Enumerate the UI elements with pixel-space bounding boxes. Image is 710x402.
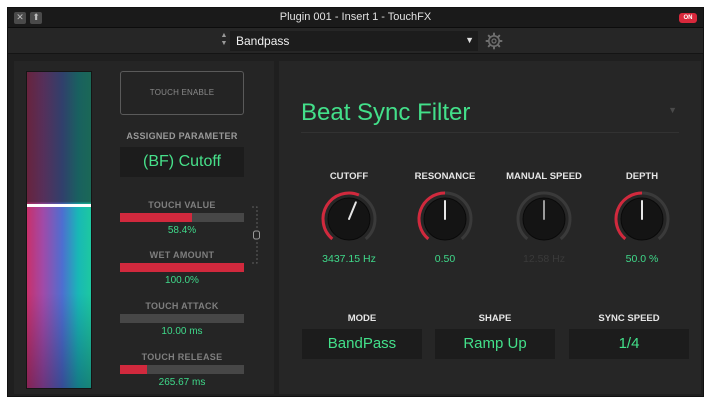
effect-chevron-down-icon[interactable]: ▼	[668, 105, 677, 115]
wet-amount-readout: 100.0%	[165, 275, 199, 286]
sync-speed-select[interactable]: 1/4	[569, 329, 689, 359]
shape-select[interactable]: Ramp Up	[435, 329, 555, 359]
chevron-down-icon: ▼	[465, 35, 474, 45]
assigned-parameter-label: ASSIGNED PARAMETER	[126, 131, 238, 141]
wet-amount-slider[interactable]	[120, 263, 244, 272]
depth-knob[interactable]	[612, 189, 672, 249]
cutoff-knob[interactable]	[319, 189, 379, 249]
touch-attack-readout: 10.00 ms	[161, 326, 203, 337]
wet-amount-label: WET AMOUNT	[149, 250, 215, 260]
touch-release-label: TOUCH RELEASE	[141, 352, 223, 362]
preset-dropdown[interactable]: Bandpass ▼	[230, 31, 478, 51]
manual-speed-label: MANUAL SPEED	[506, 171, 582, 182]
preset-prev-icon[interactable]: ▲	[219, 32, 229, 40]
touch-panel: TOUCH ENABLE ASSIGNED PARAMETER (BF) Cut…	[14, 61, 274, 394]
plugin-window: ✕ ⬆ Plugin 001 - Insert 1 - TouchFX ON ▲…	[7, 7, 704, 397]
touch-position-line[interactable]	[27, 203, 91, 207]
preset-name: Bandpass	[236, 34, 290, 48]
touch-value-fill	[120, 213, 193, 222]
mode-select[interactable]: BandPass	[302, 329, 422, 359]
preset-bar: ▲ ▼ Bandpass ▼	[8, 28, 703, 54]
resonance-label: RESONANCE	[414, 171, 476, 182]
link-bracket-icon[interactable]	[250, 205, 260, 265]
preset-stepper[interactable]: ▲ ▼	[219, 32, 229, 48]
manual-speed-knob[interactable]	[514, 189, 574, 249]
effect-title[interactable]: Beat Sync Filter	[301, 99, 470, 127]
touch-value-readout: 58.4%	[167, 225, 197, 236]
touch-value-label: TOUCH VALUE	[148, 200, 216, 210]
preset-next-icon[interactable]: ▼	[219, 40, 229, 48]
assigned-parameter-select[interactable]: (BF) Cutoff	[120, 147, 244, 177]
divider	[301, 132, 679, 133]
touch-value-slider[interactable]	[120, 213, 244, 222]
resonance-value: 0.50	[434, 253, 456, 265]
mode-label: MODE	[347, 313, 377, 324]
sync-speed-label: SYNC SPEED	[598, 313, 660, 324]
depth-value: 50.0 %	[625, 253, 659, 265]
plugin-on-toggle[interactable]: ON	[679, 13, 697, 23]
cutoff-label: CUTOFF	[329, 171, 369, 182]
shape-label: SHAPE	[478, 313, 512, 324]
effect-panel: Beat Sync Filter ▼ CUTOFF 3437.15 Hz RES…	[279, 61, 701, 394]
touch-attack-label: TOUCH ATTACK	[145, 301, 219, 311]
wet-amount-fill	[120, 263, 244, 272]
touch-release-fill	[120, 365, 148, 374]
touch-enable-button[interactable]: TOUCH ENABLE	[120, 71, 244, 115]
touch-xy-pad[interactable]	[26, 71, 92, 389]
gear-icon[interactable]	[485, 32, 503, 50]
touch-attack-slider[interactable]	[120, 314, 244, 323]
depth-label: DEPTH	[625, 171, 659, 182]
manual-speed-value: 12.58 Hz	[522, 253, 566, 265]
touch-release-slider[interactable]	[120, 365, 244, 374]
touch-release-readout: 265.67 ms	[158, 377, 206, 388]
resonance-knob[interactable]	[415, 189, 475, 249]
cutoff-value: 3437.15 Hz	[322, 253, 376, 265]
window-title: Plugin 001 - Insert 1 - TouchFX	[279, 11, 432, 23]
title-bar: ✕ ⬆ Plugin 001 - Insert 1 - TouchFX ON	[8, 8, 703, 28]
